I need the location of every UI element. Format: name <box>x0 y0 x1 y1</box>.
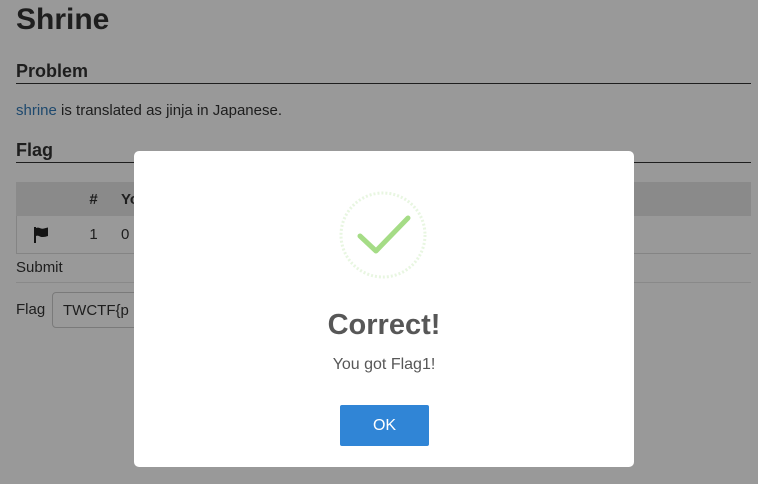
modal-title: Correct! <box>327 309 441 341</box>
success-modal: Correct! You got Flag1! OK <box>134 151 634 467</box>
ok-button[interactable]: OK <box>340 405 429 446</box>
modal-message: You got Flag1! <box>332 356 436 373</box>
check-icon <box>339 191 427 279</box>
